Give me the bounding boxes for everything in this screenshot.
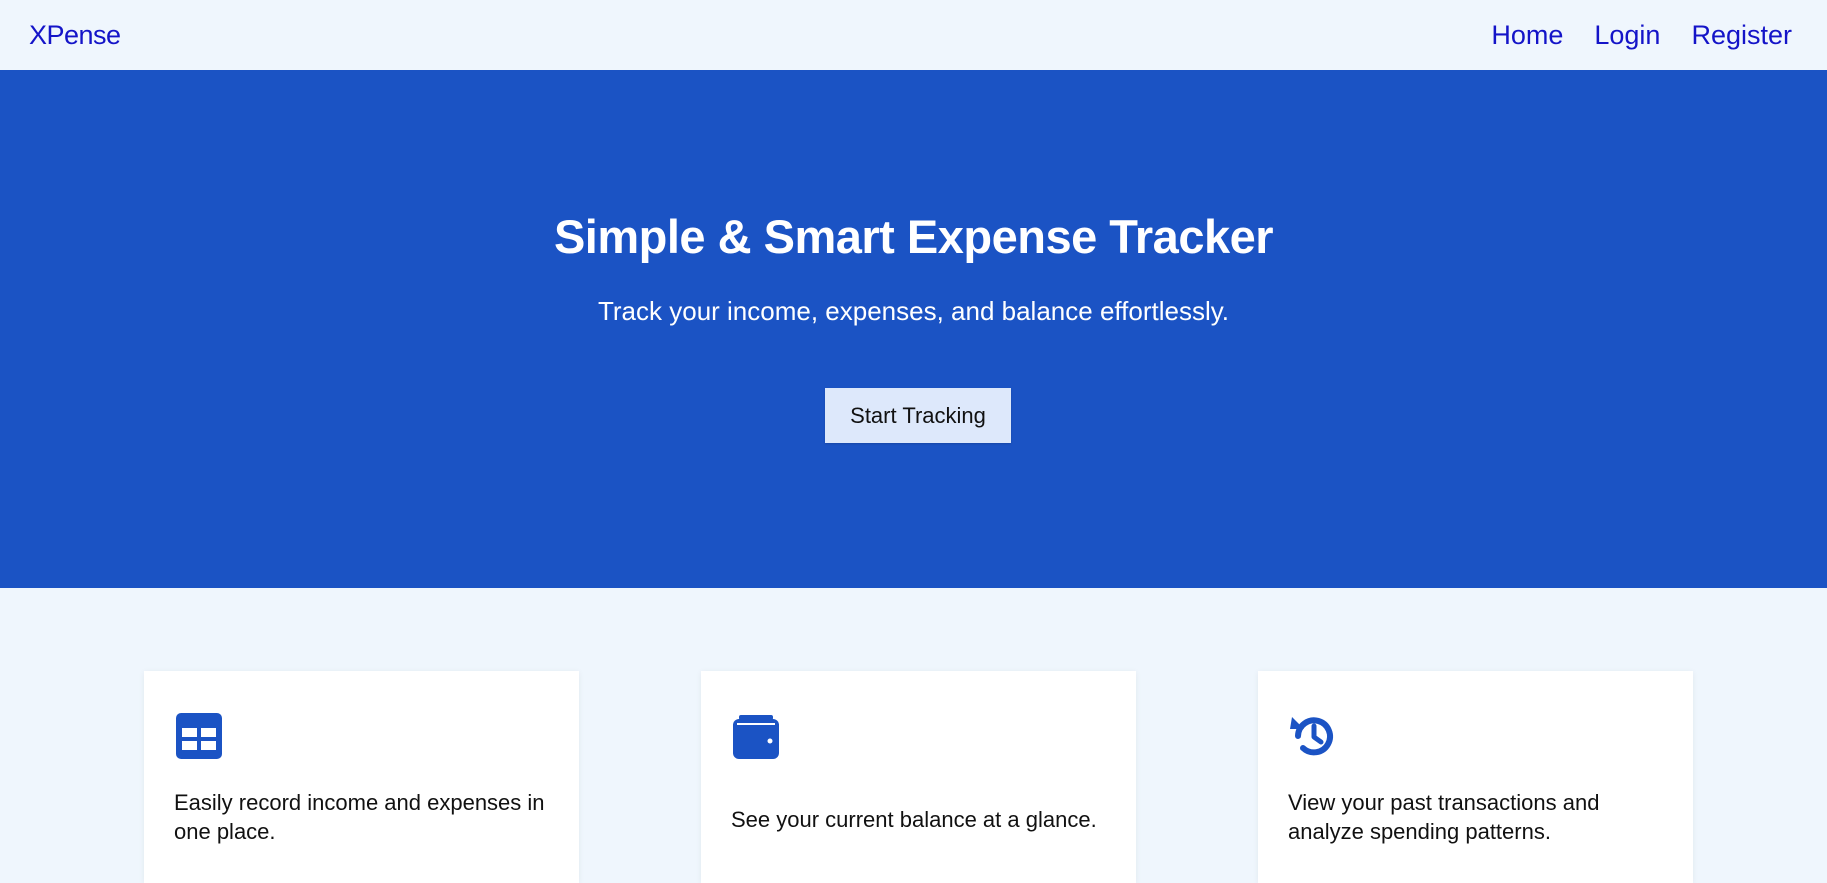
nav-link-login[interactable]: Login [1594, 20, 1660, 51]
hero-subtitle: Track your income, expenses, and balance… [597, 296, 1230, 326]
brand-logo-link[interactable]: XPense [29, 20, 121, 51]
nav-link-home[interactable]: Home [1491, 20, 1563, 51]
feature-card-record: Easily record income and expenses in one… [144, 671, 579, 883]
features-section: Easily record income and expenses in one… [0, 588, 1827, 883]
hero-title: Simple & Smart Expense Tracker [553, 210, 1274, 263]
feature-text-record: Easily record income and expenses in one… [174, 790, 545, 844]
table-icon [176, 713, 222, 759]
start-tracking-button[interactable]: Start Tracking [825, 388, 1011, 443]
wallet-icon [733, 715, 779, 759]
nav-link-register[interactable]: Register [1691, 20, 1792, 51]
top-navbar: XPense Home Login Register [0, 0, 1827, 70]
feature-text-history: View your past transactions and analyze … [1288, 790, 1600, 844]
feature-card-history: View your past transactions and analyze … [1258, 671, 1693, 883]
history-icon [1290, 717, 1333, 756]
feature-card-balance: See your current balance at a glance. [701, 671, 1136, 883]
nav-links: Home Login Register [1491, 20, 1792, 51]
hero-section: Simple & Smart Expense Tracker Track you… [0, 70, 1827, 588]
feature-text-balance: See your current balance at a glance. [731, 807, 1097, 832]
